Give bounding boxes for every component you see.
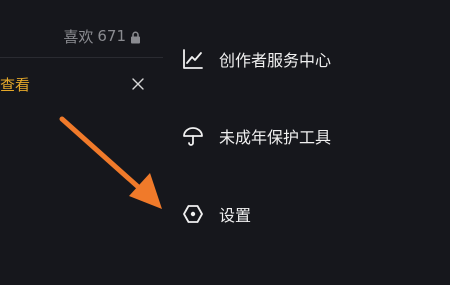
profile-panel: 喜欢 671 查看 bbox=[0, 0, 163, 285]
likes-label: 喜欢 bbox=[63, 27, 94, 46]
menu-item-settings[interactable]: 设置 bbox=[181, 199, 251, 229]
hexagon-settings-icon bbox=[181, 202, 205, 226]
likes-counter[interactable]: 喜欢 671 bbox=[63, 26, 141, 46]
menu-item-label: 设置 bbox=[219, 206, 252, 225]
close-icon[interactable] bbox=[128, 74, 148, 94]
umbrella-icon bbox=[181, 124, 205, 148]
menu-item-creator-center[interactable]: 创作者服务中心 bbox=[181, 44, 331, 74]
menu-item-minor-protection[interactable]: 未成年保护工具 bbox=[181, 121, 331, 151]
side-menu: 创作者服务中心 未成年保护工具 设置 bbox=[163, 0, 450, 285]
lock-icon bbox=[130, 30, 141, 43]
divider bbox=[0, 57, 163, 58]
view-link[interactable]: 查看 bbox=[0, 74, 30, 95]
chart-line-icon bbox=[181, 47, 205, 71]
likes-count: 671 bbox=[97, 27, 126, 45]
menu-item-label: 创作者服务中心 bbox=[219, 51, 332, 70]
menu-item-label: 未成年保护工具 bbox=[219, 128, 332, 147]
